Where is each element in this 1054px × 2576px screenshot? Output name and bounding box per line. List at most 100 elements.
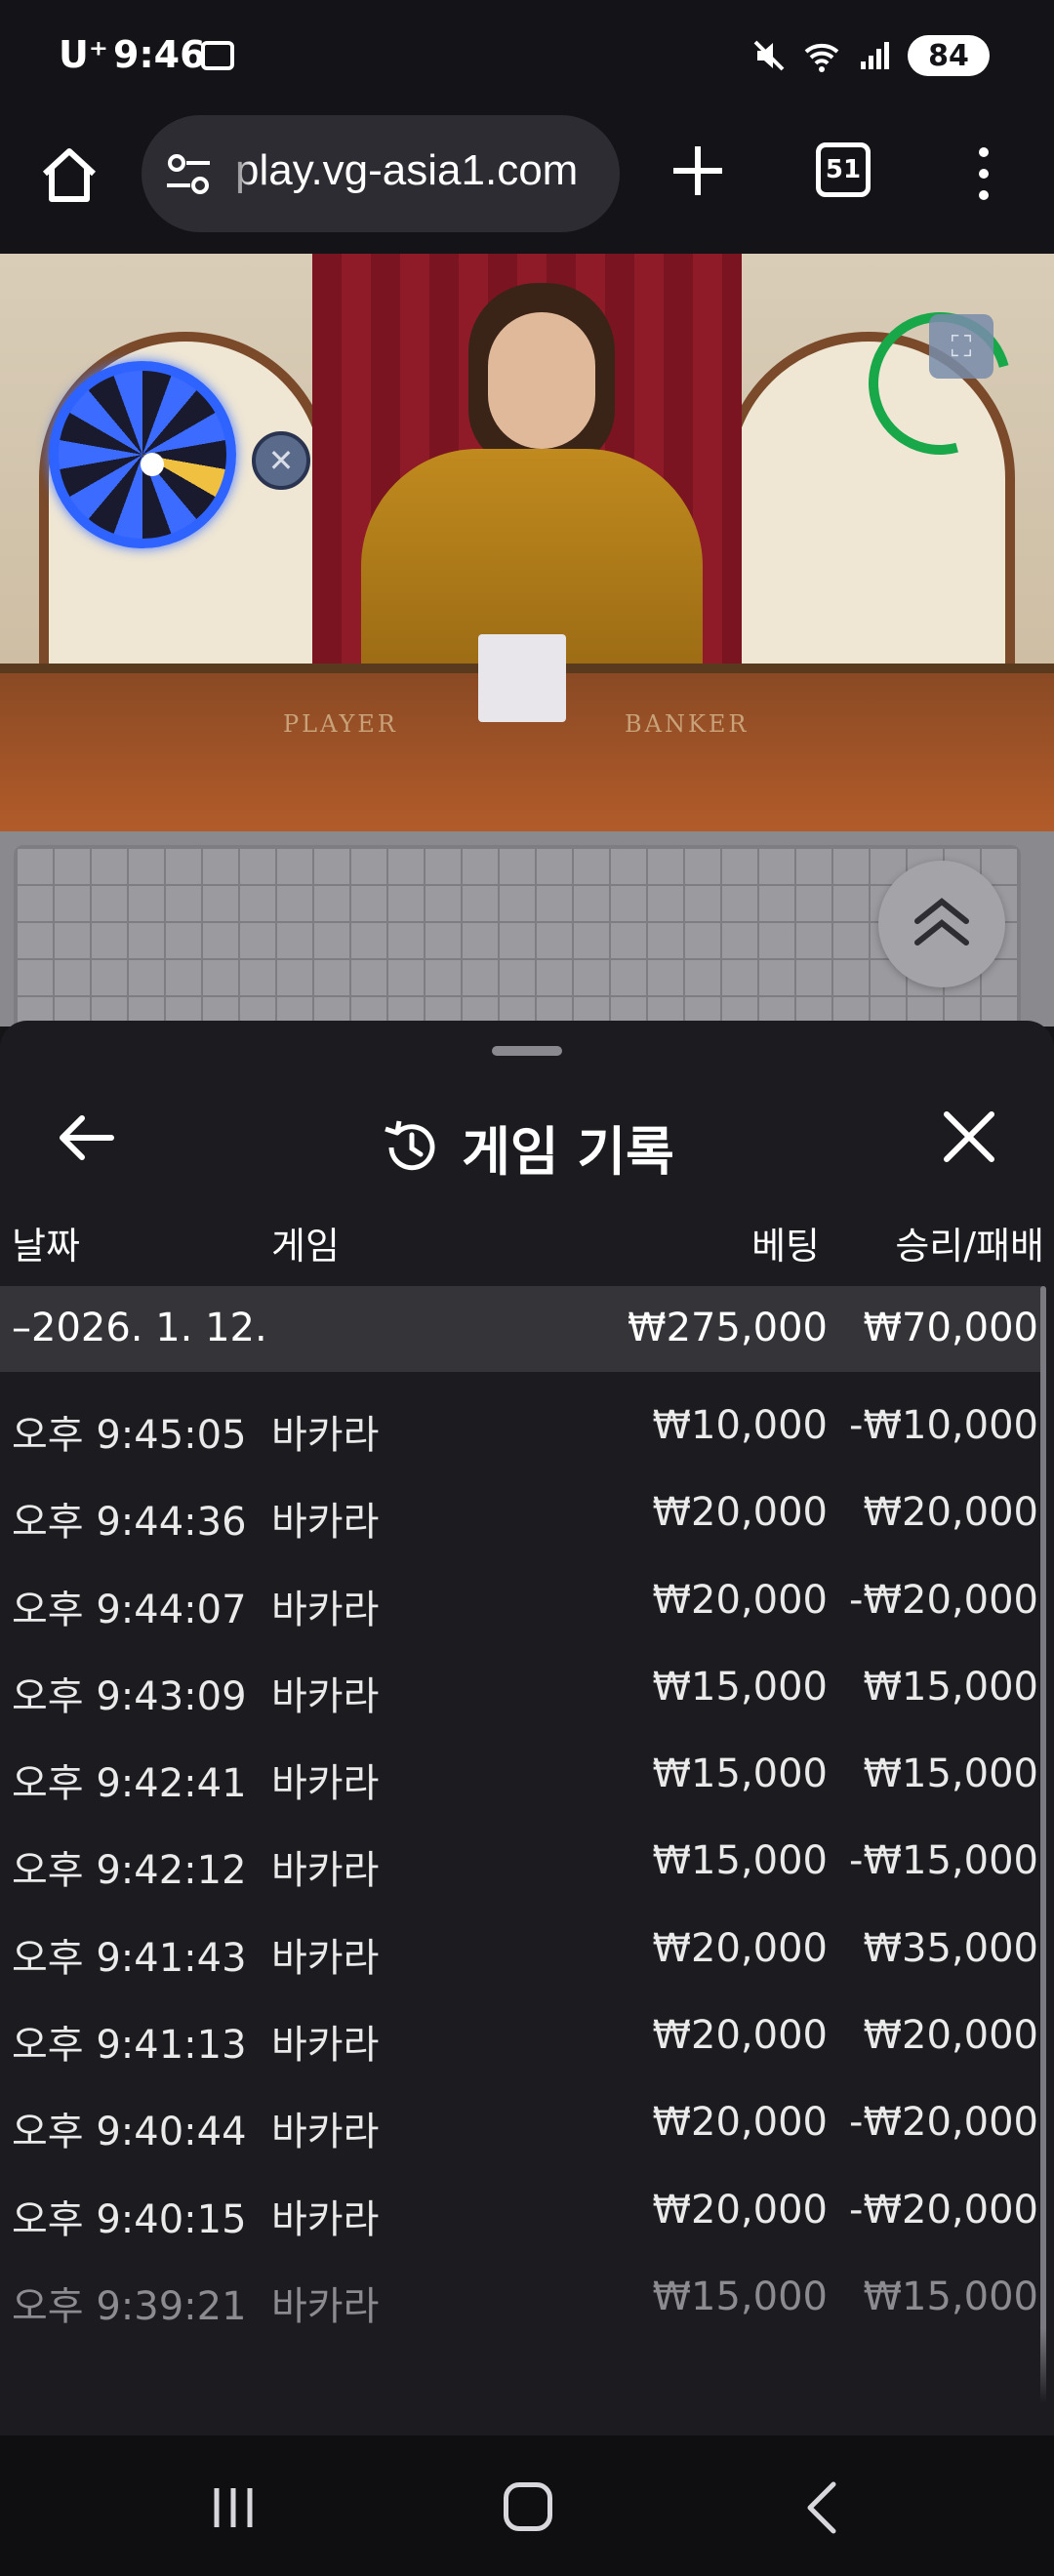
signal-icon xyxy=(861,42,889,69)
game-history-sheet: 게임 기록 날짜 게임 베팅 승리/패배 –2026. 1. 12. ₩275,… xyxy=(0,1021,1054,2435)
row-bet: ₩20,000 xyxy=(652,2187,828,2233)
row-time: 오후 9:40:15 xyxy=(12,2196,247,2242)
status-time: 9:46 xyxy=(113,33,206,76)
tab-switcher-button[interactable]: 51 xyxy=(816,142,871,197)
history-row[interactable]: 오후 9:42:12 바카라 ₩15,000 -₩15,000 xyxy=(0,1817,1042,1904)
row-bet: ₩20,000 xyxy=(652,1490,828,1536)
row-bet: ₩15,000 xyxy=(652,1751,828,1797)
card-deck xyxy=(478,634,566,722)
browser-toolbar: play.vg-asia1.com 51 xyxy=(0,115,1054,254)
row-time: 오후 9:40:44 xyxy=(12,2110,247,2155)
road-map-grid xyxy=(14,845,1021,1040)
row-result: ₩35,000 xyxy=(863,1925,1038,1971)
mute-icon xyxy=(753,40,785,71)
history-row[interactable]: 오후 9:40:15 바카라 ₩20,000 -₩20,000 xyxy=(0,2166,1042,2253)
sheet-title: 게임 기록 xyxy=(462,1121,674,1183)
row-game: 바카라 xyxy=(271,1761,380,1807)
row-time: 오후 9:43:09 xyxy=(12,1673,247,1719)
summary-result: ₩70,000 xyxy=(863,1306,1038,1350)
row-game: 바카라 xyxy=(271,1587,380,1632)
more-vert-icon[interactable] xyxy=(964,142,1003,205)
chevron-double-up-icon xyxy=(914,898,969,946)
row-time: 오후 9:44:36 xyxy=(12,1500,247,1546)
col-header-result: 승리/패배 xyxy=(895,1225,1044,1268)
day-summary-row[interactable]: –2026. 1. 12. ₩275,000 ₩70,000 xyxy=(0,1286,1042,1372)
row-bet: ₩15,000 xyxy=(652,1664,828,1710)
home-nav-icon[interactable] xyxy=(504,2482,552,2531)
new-tab-icon[interactable] xyxy=(668,141,728,201)
row-result: ₩15,000 xyxy=(863,1751,1038,1797)
status-icons: 84 xyxy=(750,35,990,76)
history-list: 오후 9:45:05 바카라 ₩10,000 -₩10,000 오후 9:44:36 바카… xyxy=(0,1382,1042,2340)
wheel-hub xyxy=(141,453,164,476)
row-game: 바카라 xyxy=(271,1673,380,1719)
history-row[interactable]: 오후 9:45:05 바카라 ₩10,000 -₩10,000 xyxy=(0,1382,1042,1469)
system-nav-bar xyxy=(0,2435,1054,2576)
row-bet: ₩15,000 xyxy=(652,2274,828,2319)
summary-bet: ₩275,000 xyxy=(628,1306,828,1350)
history-icon xyxy=(385,1120,435,1170)
row-game: 바카라 xyxy=(271,2023,380,2069)
fullscreen-icon[interactable]: ⛶ xyxy=(929,314,993,379)
dealer-face xyxy=(488,312,595,449)
row-game: 바카라 xyxy=(271,2283,380,2329)
sheet-header: 게임 기록 xyxy=(0,1079,1054,1196)
row-bet: ₩15,000 xyxy=(652,1838,828,1884)
player-table-label: PLAYER xyxy=(283,710,398,738)
live-video[interactable]: PLAYER BANKER ✕ ⛶ xyxy=(0,254,1054,831)
row-bet: ₩10,000 xyxy=(652,1403,828,1448)
tab-count: 51 xyxy=(825,155,862,184)
row-game: 바카라 xyxy=(271,1935,380,1981)
history-row[interactable]: 오후 9:42:41 바카라 ₩15,000 ₩15,000 xyxy=(0,1730,1042,1817)
recents-icon[interactable] xyxy=(209,2484,258,2531)
row-bet: ₩20,000 xyxy=(652,2100,828,2146)
row-result: -₩15,000 xyxy=(849,1838,1038,1884)
col-header-bet: 베팅 xyxy=(751,1225,820,1268)
site-settings-icon[interactable] xyxy=(165,152,212,197)
wheel-icon[interactable] xyxy=(49,361,236,548)
back-nav-icon[interactable] xyxy=(802,2480,841,2535)
address-bar[interactable]: play.vg-asia1.com xyxy=(142,115,620,232)
summary-date: –2026. 1. 12. xyxy=(12,1306,267,1350)
row-result: ₩15,000 xyxy=(863,2274,1038,2319)
url-text[interactable]: play.vg-asia1.com xyxy=(235,146,578,195)
home-icon[interactable] xyxy=(37,142,101,207)
battery-badge: 84 xyxy=(908,35,990,76)
status-bar: U⁺ 9:46 84 xyxy=(0,0,1054,115)
row-game: 바카라 xyxy=(271,1848,380,1894)
history-row[interactable]: 오후 9:41:43 바카라 ₩20,000 ₩35,000 xyxy=(0,1905,1042,1992)
list-fade xyxy=(0,2328,1054,2435)
row-result: ₩20,000 xyxy=(863,1490,1038,1536)
history-row[interactable]: 오후 9:44:07 바카라 ₩20,000 -₩20,000 xyxy=(0,1556,1042,1643)
history-row[interactable]: 오후 9:41:13 바카라 ₩20,000 ₩20,000 xyxy=(0,1992,1042,2078)
row-time: 오후 9:41:13 xyxy=(12,2023,247,2069)
row-result: -₩10,000 xyxy=(849,1403,1038,1448)
sheet-title-wrap: 게임 기록 xyxy=(0,1108,1054,1186)
row-game: 바카라 xyxy=(271,2196,380,2242)
url-fade xyxy=(223,115,253,232)
row-game: 바카라 xyxy=(271,2110,380,2155)
road-map-board xyxy=(0,831,1054,1040)
col-header-date: 날짜 xyxy=(12,1225,80,1268)
collapse-button[interactable] xyxy=(878,861,1005,987)
row-time: 오후 9:45:05 xyxy=(12,1413,247,1458)
drag-handle[interactable] xyxy=(492,1046,562,1056)
row-time: 오후 9:39:21 xyxy=(12,2283,247,2329)
row-result: ₩20,000 xyxy=(863,2013,1038,2059)
history-row[interactable]: 오후 9:39:21 바카라 ₩15,000 ₩15,000 xyxy=(0,2253,1042,2340)
row-result: ₩15,000 xyxy=(863,1664,1038,1710)
row-time: 오후 9:41:43 xyxy=(12,1935,247,1981)
row-bet: ₩20,000 xyxy=(652,1577,828,1623)
close-icon[interactable] xyxy=(941,1108,997,1165)
banker-table-label: BANKER xyxy=(625,710,750,738)
row-time: 오후 9:44:07 xyxy=(12,1587,247,1632)
history-row[interactable]: 오후 9:43:09 바카라 ₩15,000 ₩15,000 xyxy=(0,1643,1042,1730)
row-result: -₩20,000 xyxy=(849,2187,1038,2233)
row-time: 오후 9:42:41 xyxy=(12,1761,247,1807)
row-bet: ₩20,000 xyxy=(652,1925,828,1971)
row-game: 바카라 xyxy=(271,1500,380,1546)
history-row[interactable]: 오후 9:44:36 바카라 ₩20,000 ₩20,000 xyxy=(0,1469,1042,1555)
close-wheel-icon[interactable]: ✕ xyxy=(252,431,310,490)
history-row[interactable]: 오후 9:40:44 바카라 ₩20,000 -₩20,000 xyxy=(0,2078,1042,2165)
col-header-game: 게임 xyxy=(271,1225,340,1268)
